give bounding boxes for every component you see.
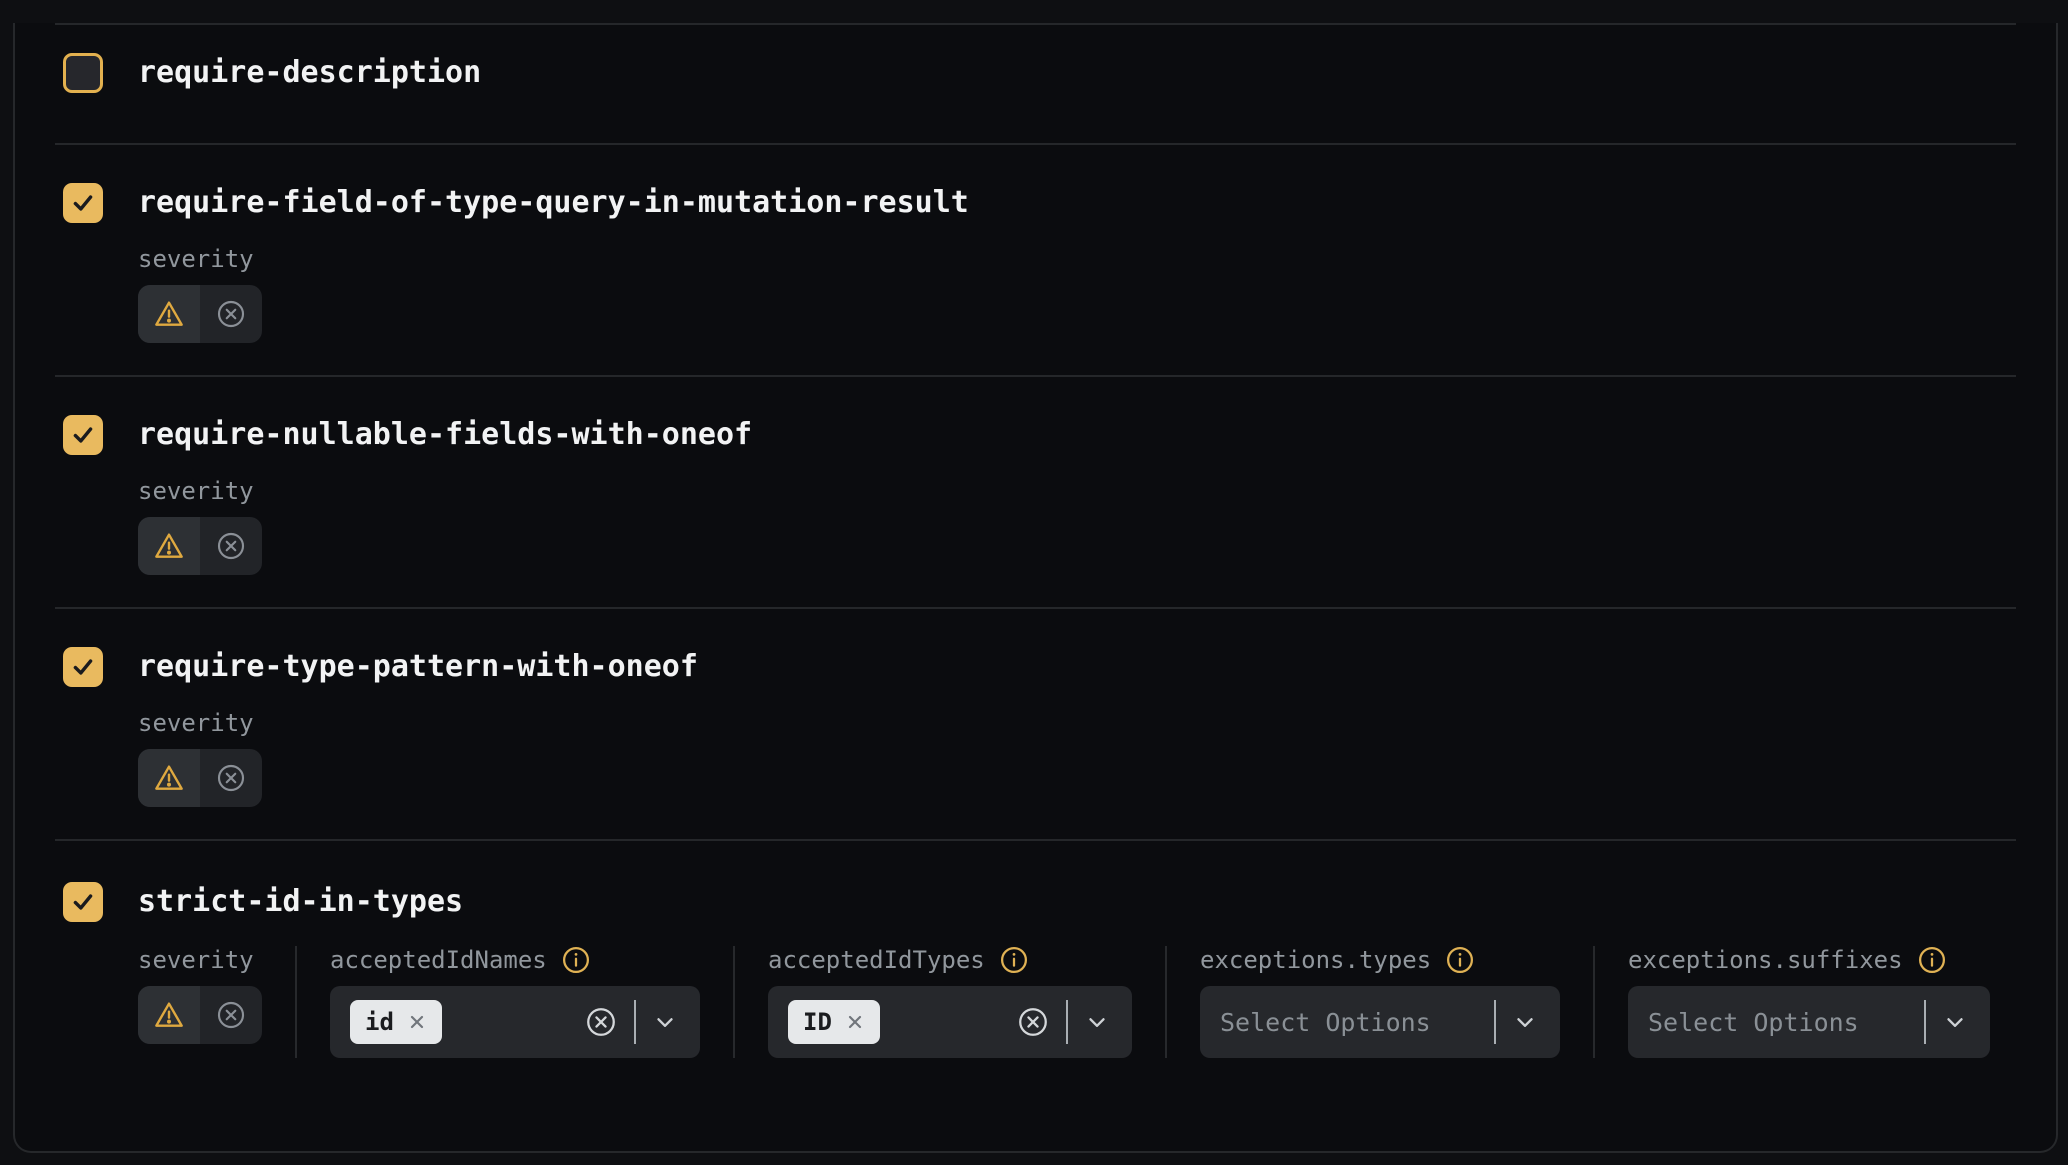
exceptions-suffixes-column: exceptions.suffixes Select Options <box>1628 946 1990 1058</box>
checkmark-icon <box>70 422 96 448</box>
select-separator <box>1066 1000 1068 1044</box>
exceptions-types-multiselect[interactable]: Select Options <box>1200 986 1560 1058</box>
severity-label: severity <box>138 245 254 273</box>
severity-off-button[interactable] <box>200 749 262 807</box>
field-label: exceptions.suffixes <box>1628 946 1903 974</box>
clear-selection-icon[interactable] <box>584 1005 618 1039</box>
circled-x-icon <box>215 530 247 562</box>
column-divider <box>733 946 735 1058</box>
accepted-id-names-multiselect[interactable]: id <box>330 986 700 1058</box>
warning-triangle-icon <box>153 530 185 562</box>
rule-row-strict-id-in-types: strict-id-in-types severity <box>55 841 2016 1128</box>
selected-tag: ID <box>788 1000 880 1044</box>
chevron-down-icon[interactable] <box>652 1009 678 1035</box>
checkmark-icon <box>70 190 96 216</box>
field-label: acceptedIdNames <box>330 946 547 974</box>
rule-checkbox-checked[interactable] <box>63 882 103 922</box>
severity-label: severity <box>138 477 254 505</box>
warning-triangle-icon <box>153 762 185 794</box>
select-separator <box>1494 1000 1496 1044</box>
selected-tag: id <box>350 1000 442 1044</box>
circled-x-icon <box>215 298 247 330</box>
info-icon[interactable] <box>999 945 1029 975</box>
severity-warn-button[interactable] <box>138 986 200 1044</box>
severity-off-button[interactable] <box>200 285 262 343</box>
severity-warn-button[interactable] <box>138 749 200 807</box>
rules-config-panel: require-description require-field-of-typ… <box>13 23 2058 1153</box>
accepted-id-names-column: acceptedIdNames id <box>330 946 700 1058</box>
exceptions-types-column: exceptions.types Select Options <box>1200 946 1560 1058</box>
rule-title: require-field-of-type-query-in-mutation-… <box>138 183 969 223</box>
column-divider <box>295 946 297 1058</box>
severity-toggle <box>138 749 262 807</box>
severity-label: severity <box>138 709 254 737</box>
severity-toggle <box>138 986 262 1044</box>
rule-checkbox-checked[interactable] <box>63 647 103 687</box>
tag-remove-icon[interactable] <box>845 1012 865 1032</box>
chevron-down-icon[interactable] <box>1512 1009 1538 1035</box>
rule-title: require-description <box>138 53 481 93</box>
info-icon[interactable] <box>1917 945 1947 975</box>
select-placeholder: Select Options <box>1648 1008 1859 1037</box>
severity-label: severity <box>138 946 254 974</box>
severity-toggle <box>138 517 262 575</box>
accepted-id-types-multiselect[interactable]: ID <box>768 986 1132 1058</box>
select-placeholder: Select Options <box>1220 1008 1431 1037</box>
severity-warn-button[interactable] <box>138 517 200 575</box>
rule-row-require-nullable-fields-with-oneof: require-nullable-fields-with-oneof sever… <box>55 377 2016 607</box>
chevron-down-icon[interactable] <box>1942 1009 1968 1035</box>
rule-checkbox-unchecked[interactable] <box>63 53 103 93</box>
severity-off-button[interactable] <box>200 517 262 575</box>
rule-title: require-nullable-fields-with-oneof <box>138 415 752 455</box>
checkmark-icon <box>70 654 96 680</box>
chevron-down-icon[interactable] <box>1084 1009 1110 1035</box>
checkmark-icon <box>70 889 96 915</box>
rule-checkbox-checked[interactable] <box>63 415 103 455</box>
rule-row-require-description: require-description <box>55 25 2016 143</box>
severity-toggle <box>138 285 262 343</box>
info-icon[interactable] <box>561 945 591 975</box>
rule-title: require-type-pattern-with-oneof <box>138 647 698 687</box>
rule-checkbox-checked[interactable] <box>63 183 103 223</box>
accepted-id-types-column: acceptedIdTypes ID <box>768 946 1132 1058</box>
column-divider <box>1165 946 1167 1058</box>
clear-selection-icon[interactable] <box>1016 1005 1050 1039</box>
tag-label: id <box>365 1008 394 1036</box>
circled-x-icon <box>215 762 247 794</box>
select-separator <box>1924 1000 1926 1044</box>
column-divider <box>1593 946 1595 1058</box>
severity-off-button[interactable] <box>200 986 262 1044</box>
severity-column: severity <box>138 946 262 1044</box>
warning-triangle-icon <box>153 298 185 330</box>
field-label: acceptedIdTypes <box>768 946 985 974</box>
severity-warn-button[interactable] <box>138 285 200 343</box>
info-icon[interactable] <box>1445 945 1475 975</box>
field-label: exceptions.types <box>1200 946 1431 974</box>
exceptions-suffixes-multiselect[interactable]: Select Options <box>1628 986 1990 1058</box>
tag-remove-icon[interactable] <box>407 1012 427 1032</box>
circled-x-icon <box>215 999 247 1031</box>
rule-title: strict-id-in-types <box>138 882 463 922</box>
rule-row-require-field-of-type-query-in-mutation-result: require-field-of-type-query-in-mutation-… <box>55 145 2016 375</box>
warning-triangle-icon <box>153 999 185 1031</box>
rule-row-require-type-pattern-with-oneof: require-type-pattern-with-oneof severity <box>55 609 2016 839</box>
tag-label: ID <box>803 1008 832 1036</box>
select-separator <box>634 1000 636 1044</box>
